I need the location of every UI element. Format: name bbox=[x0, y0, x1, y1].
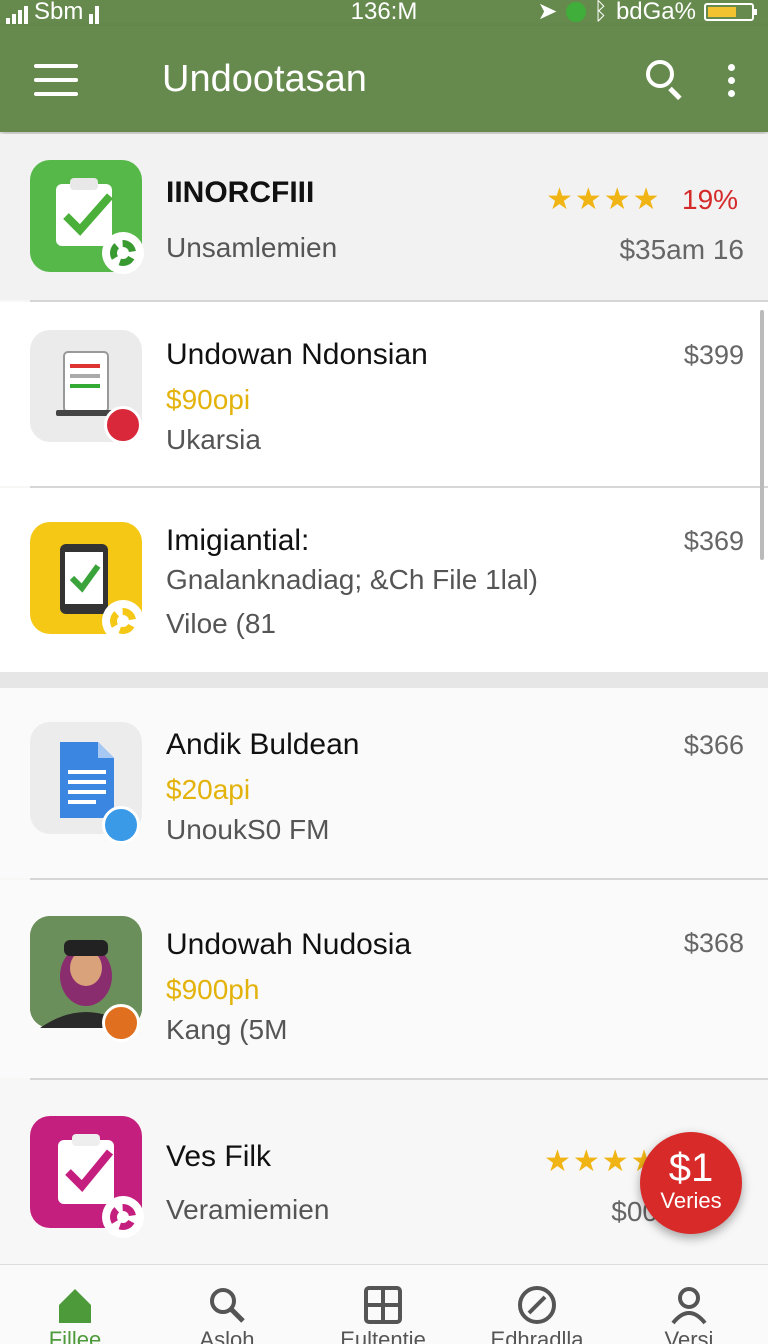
home-icon bbox=[55, 1285, 95, 1325]
item-name: Undowan Ndonsian bbox=[166, 338, 428, 371]
item-meta: UnoukS0 FM bbox=[166, 814, 330, 845]
bottom-nav: Fillee Asloh Eultentie Edhradlla Versi bbox=[0, 1264, 768, 1344]
status-bar: Sbm 136:M ➤ ᛒ bdGa% bbox=[0, 0, 768, 26]
section-divider bbox=[0, 672, 768, 688]
list-item[interactable]: Andik Buldean $20api UnoukS0 FM $366 bbox=[0, 688, 768, 878]
item-price-tag: $20api bbox=[166, 774, 251, 805]
item-subtitle: Veramiemien bbox=[166, 1194, 330, 1225]
featured-app-name: IINORCFIII bbox=[166, 176, 315, 209]
menu-icon[interactable] bbox=[34, 64, 78, 96]
item-price: $366 bbox=[683, 730, 744, 760]
nav-label: Asloh bbox=[199, 1327, 255, 1344]
nav-label: Eultentie bbox=[340, 1327, 426, 1344]
nav-item-search[interactable]: Asloh bbox=[162, 1265, 292, 1344]
item-name: Andik Buldean bbox=[166, 728, 360, 761]
battery-icon bbox=[704, 3, 757, 21]
item-meta: Ukarsia bbox=[166, 424, 261, 455]
item-price: $368 bbox=[683, 928, 744, 958]
gear-icon bbox=[102, 232, 144, 274]
scrollbar[interactable] bbox=[760, 310, 764, 560]
item-name: Undowah Nudosia bbox=[166, 928, 412, 961]
fab-label: Veries bbox=[660, 1188, 722, 1213]
nav-item-profile[interactable]: Versi bbox=[624, 1265, 754, 1344]
checklist-app-icon bbox=[30, 160, 144, 274]
flower-icon bbox=[102, 600, 144, 642]
item-price: $399 bbox=[683, 340, 744, 370]
nav-item-explore[interactable]: Edhradlla bbox=[472, 1265, 602, 1344]
person-icon bbox=[669, 1285, 709, 1325]
item-price: $369 bbox=[683, 526, 744, 556]
search-icon bbox=[207, 1285, 247, 1325]
item-meta: Viloe (81 bbox=[166, 608, 277, 639]
tablet-check-app-icon bbox=[30, 522, 144, 642]
nav-label: Fillee bbox=[48, 1327, 102, 1344]
status-right-text: bdGa% bbox=[615, 0, 696, 25]
checklist-app-icon bbox=[30, 1116, 144, 1238]
alarm-icon bbox=[565, 2, 586, 22]
fab-amount: $1 bbox=[668, 1146, 714, 1190]
heart-location-icon bbox=[102, 1004, 140, 1042]
gear-icon bbox=[102, 1196, 144, 1238]
item-price-tag: $900ph bbox=[166, 974, 260, 1005]
more-vert-icon[interactable] bbox=[728, 64, 738, 100]
sync-icon bbox=[102, 806, 140, 844]
compass-icon bbox=[517, 1285, 557, 1325]
location-icon: ➤ bbox=[537, 0, 558, 25]
app-bar: Undootasan bbox=[0, 26, 768, 132]
item-name: Ves Filk bbox=[166, 1140, 272, 1173]
search-icon[interactable] bbox=[646, 60, 684, 101]
item-meta: Kang (5M bbox=[166, 1014, 288, 1045]
featured-app-price: $35am 16 bbox=[619, 234, 744, 265]
nav-item-home[interactable]: Fillee bbox=[10, 1265, 140, 1344]
grid-icon bbox=[363, 1285, 403, 1325]
bluetooth-icon: ᛒ bbox=[593, 0, 608, 25]
document-app-icon bbox=[30, 330, 142, 444]
featured-app-subtitle: Unsamlemien bbox=[166, 232, 338, 263]
list-item[interactable]: Undowah Nudosia $900ph Kang (5M $368 bbox=[0, 880, 768, 1078]
avatar bbox=[30, 916, 142, 1042]
list-item[interactable]: Imigiantial: Gnalanknadiag; &Ch File 1la… bbox=[0, 488, 768, 672]
item-price-tag: $90opi bbox=[166, 384, 251, 415]
item-name: Imigiantial: bbox=[166, 524, 310, 557]
featured-app-row[interactable]: IINORCFIII Unsamlemien ★★★★ 19% $35am 16 bbox=[0, 134, 768, 300]
rating-percent: 19% bbox=[682, 184, 739, 215]
rating-stars: ★★★★ bbox=[546, 183, 662, 216]
list-item[interactable]: Undowan Ndonsian $90opi Ukarsia $399 bbox=[0, 302, 768, 486]
nav-label: Versi bbox=[664, 1327, 714, 1344]
nav-item-grid[interactable]: Eultentie bbox=[318, 1265, 448, 1344]
nav-label: Edhradlla bbox=[490, 1327, 584, 1344]
location-pin-icon bbox=[104, 406, 142, 444]
item-description: Gnalanknadiag; &Ch File 1lal) bbox=[166, 564, 538, 595]
google-docs-app-icon bbox=[30, 722, 142, 844]
fab-button[interactable]: $1 Veries bbox=[640, 1132, 742, 1234]
app-title: Undootasan bbox=[162, 58, 367, 100]
